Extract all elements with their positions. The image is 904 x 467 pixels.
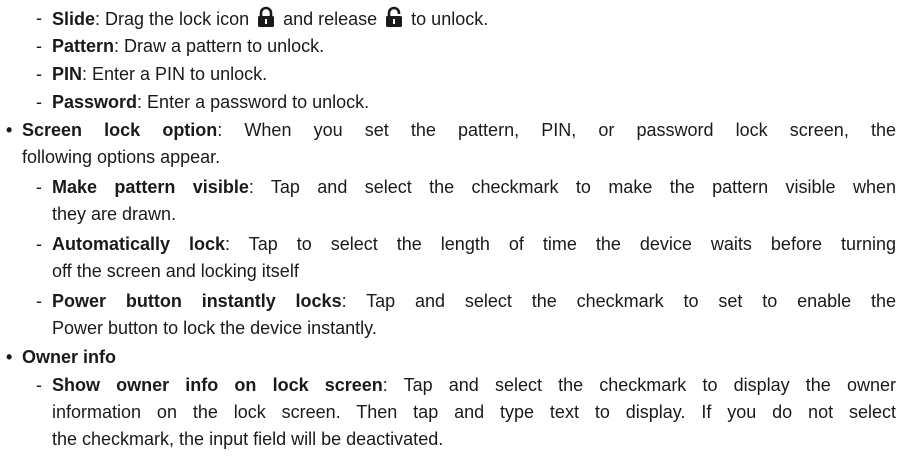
list-dash: - — [36, 8, 42, 28]
lock-closed-icon — [258, 6, 275, 27]
list-dash: - — [36, 64, 42, 84]
term-show-owner-info: Show owner info on lock screen — [52, 375, 383, 395]
pattern-desc: : Draw a pattern to unlock. — [114, 36, 325, 56]
term-automatically-lock: Automatically lock — [52, 234, 226, 254]
list-bullet: • — [6, 120, 13, 140]
show-owner-info-line1: : Tap and select the checkmark to displa… — [382, 375, 896, 395]
make-pattern-visible-line1: : Tap and select the checkmark to make t… — [248, 177, 896, 197]
term-screen-lock-option: Screen lock option — [22, 120, 218, 140]
list-dash: - — [36, 92, 42, 112]
pin-desc: : Enter a PIN to unlock. — [82, 64, 268, 84]
show-owner-info-line3: the checkmark, the input field will be d… — [52, 429, 444, 449]
list-item-make-pattern-visible: Make pattern visible: Tap and select the… — [52, 175, 896, 200]
list-item-automatically-lock: Automatically lock: Tap to select the le… — [52, 232, 896, 257]
list-item-power-button-instantly-locks: Power button instantly locks: Tap and se… — [52, 289, 896, 314]
term-pin: PIN — [52, 64, 83, 84]
slide-desc-part3: to unlock. — [406, 9, 489, 29]
lock-open-icon — [386, 6, 403, 27]
list-item-pattern: Pattern: Draw a pattern to unlock. — [52, 34, 324, 59]
list-dash: - — [36, 291, 42, 311]
password-desc: : Enter a password to unlock. — [137, 92, 370, 112]
list-dash: - — [36, 375, 42, 395]
term-make-pattern-visible: Make pattern visible — [52, 177, 249, 197]
list-dash: - — [36, 177, 42, 197]
slide-desc-part1: : Drag the lock icon — [95, 9, 255, 29]
term-power-button-instantly-locks: Power button instantly locks — [52, 291, 342, 311]
section-screen-lock-option: Screen lock option: When you set the pat… — [22, 118, 896, 143]
list-dash: - — [36, 234, 42, 254]
automatically-lock-line1: : Tap to select the length of time the d… — [225, 234, 896, 254]
term-pattern: Pattern — [52, 36, 115, 56]
screen-lock-desc-line1: : When you set the pattern, PIN, or pass… — [217, 120, 896, 140]
list-dash: - — [36, 36, 42, 56]
make-pattern-visible-line2: they are drawn. — [52, 204, 177, 224]
show-owner-info-line2: information on the lock screen. Then tap… — [52, 402, 896, 422]
automatically-lock-line2: off the screen and locking itself — [52, 261, 299, 281]
list-item-pin: PIN: Enter a PIN to unlock. — [52, 62, 267, 87]
list-item-password: Password: Enter a password to unlock. — [52, 90, 369, 115]
section-owner-info: Owner info — [22, 345, 116, 370]
power-button-line1: : Tap and select the checkmark to set to… — [341, 291, 897, 311]
term-owner-info: Owner info — [22, 347, 116, 367]
document-page: - Slide: Drag the lock icon and release … — [0, 0, 904, 467]
list-bullet: • — [6, 347, 13, 367]
term-password: Password — [52, 92, 138, 112]
slide-desc-part2: and release — [278, 9, 383, 29]
list-item-slide: Slide: Drag the lock icon and release to… — [52, 6, 488, 32]
screen-lock-desc-line2: following options appear. — [22, 147, 221, 167]
term-slide: Slide — [52, 9, 96, 29]
power-button-line2: Power button to lock the device instantl… — [52, 318, 377, 338]
list-item-show-owner-info: Show owner info on lock screen: Tap and … — [52, 373, 896, 398]
